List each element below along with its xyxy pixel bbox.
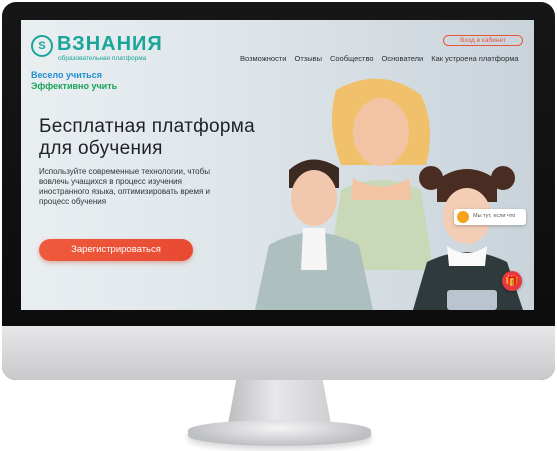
nav-item-features[interactable]: Возможности bbox=[240, 54, 286, 63]
brand-logo-icon[interactable]: S bbox=[31, 35, 53, 57]
nav-item-reviews[interactable]: Отзывы bbox=[294, 54, 321, 63]
brand-subtitle: образовательная платформа bbox=[58, 55, 147, 62]
slogan-line-1: Весело учиться bbox=[31, 70, 102, 80]
monitor-stand-base bbox=[188, 420, 371, 446]
brand-name[interactable]: ВЗНАНИЯ bbox=[57, 33, 163, 56]
register-button[interactable]: Зарегистрироваться bbox=[39, 239, 193, 261]
tablet bbox=[447, 290, 497, 310]
nav-item-community[interactable]: Сообщество bbox=[330, 54, 374, 63]
nav-item-founders[interactable]: Основатели bbox=[382, 54, 424, 63]
main-nav: Возможности Отзывы Сообщество Основатели… bbox=[240, 54, 519, 63]
monitor-stand-neck bbox=[228, 380, 331, 424]
chat-widget[interactable]: Мы тут, если что bbox=[454, 209, 526, 225]
hero-photo bbox=[255, 78, 523, 310]
site-header: S ВЗНАНИЯ образовательная платформа Вход… bbox=[21, 20, 534, 70]
nav-item-how-it-works[interactable]: Как устроена платформа bbox=[431, 54, 518, 63]
website-screen: S ВЗНАНИЯ образовательная платформа Вход… bbox=[21, 20, 534, 310]
gift-icon[interactable]: 🎁 bbox=[502, 271, 522, 291]
slogan-line-2: Эффективно учить bbox=[31, 81, 118, 91]
hero-title: Бесплатная платформа для обучения bbox=[39, 116, 256, 159]
slogan: Весело учиться Эффективно учить bbox=[31, 70, 117, 92]
monitor-chin bbox=[2, 326, 555, 380]
login-button[interactable]: Вход в кабинет bbox=[443, 35, 523, 46]
hero-description: Используйте современные технологии, чтоб… bbox=[39, 167, 210, 206]
chat-widget-text: Мы тут, если что bbox=[473, 213, 516, 219]
chat-avatar-icon bbox=[457, 211, 469, 223]
